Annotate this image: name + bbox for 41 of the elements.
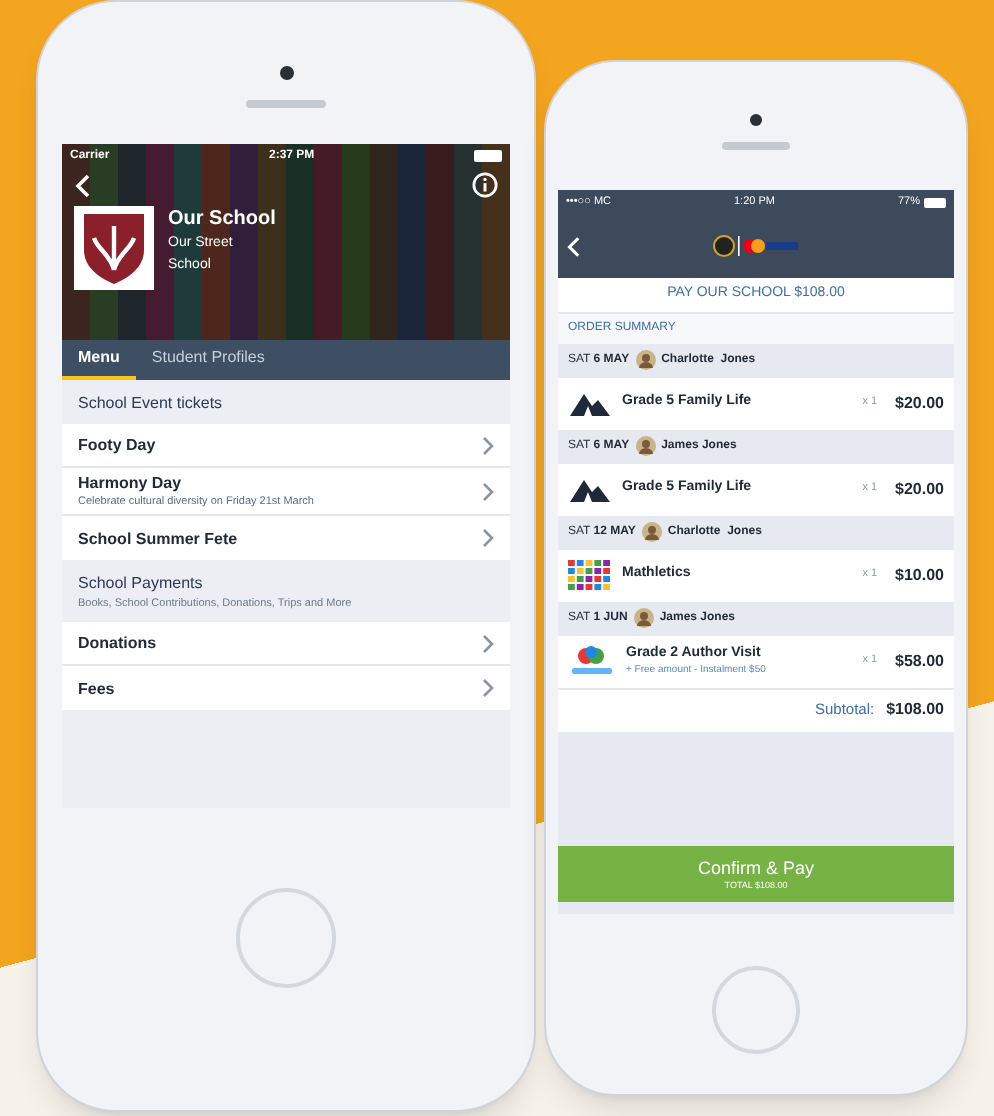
tab[interactable]: Menu — [62, 340, 136, 380]
balloon-logo-icon — [568, 645, 616, 677]
battery-icon — [923, 197, 946, 207]
row-title: School Summer Fete — [78, 527, 238, 549]
section-title: School Event tickets — [76, 392, 225, 416]
chevron-icon — [482, 435, 494, 455]
section-title: School Payments — [76, 572, 205, 596]
tab[interactable]: Student Profiles — [135, 340, 281, 380]
info-icon[interactable] — [472, 172, 498, 198]
chevron-icon — [482, 528, 494, 548]
menu-row[interactable]: Fees — [62, 666, 510, 710]
avatar-icon — [641, 522, 662, 542]
item-price: $20.00 — [895, 477, 944, 501]
menu-row[interactable]: Donations — [62, 622, 510, 666]
battery-icon — [474, 150, 502, 162]
subtotal-amount: $108.00 — [886, 698, 944, 722]
avatar-icon — [635, 436, 656, 456]
chevron-icon — [482, 633, 494, 653]
row-title: Fees — [78, 677, 115, 699]
item-price: $58.00 — [895, 649, 944, 673]
row-title: Harmony Day — [78, 472, 184, 494]
item-price: $10.00 — [895, 563, 944, 587]
speaker-icon — [246, 100, 326, 108]
payment-logos-icon — [712, 234, 800, 258]
colorful-grid-icon — [568, 559, 612, 591]
avatar-icon — [635, 350, 656, 370]
row-title: Footy Day — [78, 434, 156, 456]
speaker-icon — [722, 142, 790, 150]
school-name: Our School — [168, 206, 276, 232]
menu-row[interactable]: School Summer Fete — [62, 516, 510, 560]
chevron-icon — [482, 481, 494, 501]
camera-icon — [750, 114, 762, 126]
back-icon[interactable] — [566, 235, 580, 257]
menu-row[interactable]: Footy Day — [62, 424, 510, 468]
camera-icon — [279, 66, 293, 80]
chevron-icon — [482, 678, 494, 698]
school-crest-icon — [74, 206, 154, 290]
avatar-icon — [633, 608, 654, 628]
item-price: $20.00 — [895, 391, 944, 415]
row-title: Donations — [78, 632, 157, 654]
back-icon[interactable] — [74, 173, 90, 197]
